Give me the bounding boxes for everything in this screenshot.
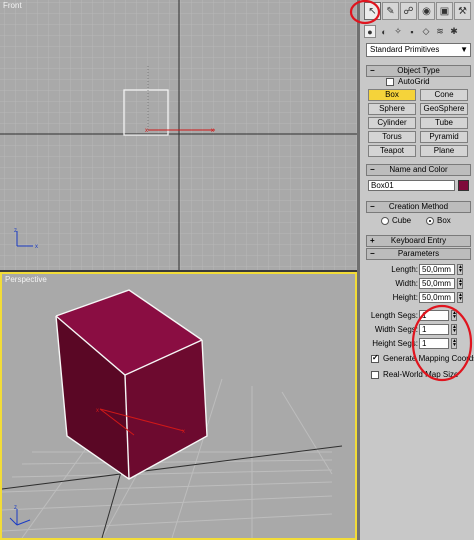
lights-icon[interactable]: ✧ <box>392 25 404 38</box>
chevron-down-icon: ▼ <box>460 45 468 54</box>
box-radio-label: Box <box>437 216 451 225</box>
object-name-field[interactable]: Box01 <box>368 180 455 191</box>
utilities-hammer-icon[interactable]: ⚒ <box>454 2 471 20</box>
collapse-minus-icon: − <box>370 165 375 174</box>
plane-button[interactable]: Plane <box>420 145 468 157</box>
parameters-rollout[interactable]: − Parameters <box>366 248 471 260</box>
perspective-viewport-label[interactable]: Perspective <box>5 275 47 284</box>
svg-text:z: z <box>14 228 17 234</box>
real-world-map-checkbox[interactable] <box>371 371 379 379</box>
keyboard-entry-title: Keyboard Entry <box>390 236 447 245</box>
name-and-color-rollout[interactable]: − Name and Color <box>366 164 471 176</box>
svg-text:x: x <box>96 408 99 414</box>
length-spinner[interactable]: ▲ ▼ <box>457 264 463 275</box>
parameters-title: Parameters <box>397 249 440 258</box>
sphere-button[interactable]: Sphere <box>368 103 416 115</box>
height-spinner[interactable]: ▲ ▼ <box>457 292 463 303</box>
box-button[interactable]: Box <box>368 89 416 101</box>
creation-method-title: Creation Method <box>388 202 449 211</box>
spacewarps-icon[interactable]: ≋ <box>434 25 446 38</box>
shapes-icon[interactable]: ◐ <box>378 25 390 38</box>
collapse-minus-icon: − <box>370 202 375 211</box>
real-world-map-label: Real-World Map Size <box>383 370 459 379</box>
autogrid-checkbox[interactable] <box>386 78 394 86</box>
hierarchy-icon[interactable]: ☍ <box>400 2 417 20</box>
svg-text:x: x <box>211 128 214 134</box>
svg-text:x: x <box>182 429 185 435</box>
perspective-axis-tripod: z <box>9 505 31 526</box>
object-type-rollout[interactable]: − Object Type <box>366 65 471 77</box>
pyramid-button[interactable]: Pyramid <box>420 131 468 143</box>
cone-button[interactable]: Cone <box>420 89 468 101</box>
svg-text:z: z <box>14 505 17 511</box>
width-segs-field[interactable]: 1 <box>419 324 449 335</box>
torus-button[interactable]: Torus <box>368 131 416 143</box>
generate-mapping-label: Generate Mapping Coords. <box>383 354 474 363</box>
box-object <box>55 289 208 480</box>
length-label: Length: <box>391 265 418 274</box>
category-dropdown-value: Standard Primitives <box>370 45 440 54</box>
generate-mapping-checkbox[interactable] <box>371 353 379 363</box>
width-label: Width: <box>395 279 418 288</box>
box-radio[interactable] <box>426 217 434 225</box>
height-field[interactable]: 50,0mm <box>419 292 455 303</box>
perspective-scene: x x z <box>2 289 343 538</box>
geometry-icon[interactable]: ● <box>364 25 376 38</box>
create-subtabs: ● ◐ ✧ ▪ ◇ ≋ ✱ <box>362 25 472 40</box>
front-grid: x x z x <box>0 0 357 270</box>
front-viewport-label[interactable]: Front <box>3 1 22 10</box>
command-panel: ↖ ✎ ☍ ◉ ▣ ⚒ ● ◐ ✧ ▪ ◇ ≋ ✱ Standard Primi… <box>360 0 474 540</box>
width-segs-label: Width Segs: <box>374 325 418 334</box>
autogrid-label: AutoGrid <box>398 77 430 86</box>
width-field[interactable]: 50,0mm <box>419 278 455 289</box>
display-icon[interactable]: ▣ <box>436 2 453 20</box>
width-spinner[interactable]: ▲ ▼ <box>457 278 463 289</box>
keyboard-entry-rollout[interactable]: + Keyboard Entry <box>366 235 471 247</box>
height-segs-field[interactable]: 1 <box>419 338 449 349</box>
length-field[interactable]: 50,0mm <box>419 264 455 275</box>
width-segs-spinner[interactable]: ▲ ▼ <box>451 324 457 335</box>
geosphere-button[interactable]: GeoSphere <box>420 103 468 115</box>
height-label: Height: <box>392 293 418 302</box>
collapse-minus-icon: − <box>370 249 375 258</box>
create-arrow-icon[interactable]: ↖ <box>364 2 381 20</box>
svg-text:x: x <box>35 244 38 250</box>
modify-icon[interactable]: ✎ <box>382 2 399 20</box>
helpers-icon[interactable]: ◇ <box>420 25 432 38</box>
cylinder-button[interactable]: Cylinder <box>368 117 416 129</box>
svg-text:x: x <box>145 128 148 134</box>
creation-method-rollout[interactable]: − Creation Method <box>366 201 471 213</box>
length-segs-spinner[interactable]: ▲ ▼ <box>451 310 457 321</box>
motion-icon[interactable]: ◉ <box>418 2 435 20</box>
front-viewport[interactable]: x x z x Front <box>0 0 357 270</box>
cube-radio-label: Cube <box>392 216 412 225</box>
object-color-swatch[interactable] <box>458 180 469 191</box>
cube-radio[interactable] <box>381 217 389 225</box>
length-segs-field[interactable]: 1 <box>419 310 449 321</box>
command-panel-tabs: ↖ ✎ ☍ ◉ ▣ ⚒ <box>360 0 474 22</box>
collapse-minus-icon: − <box>370 66 375 75</box>
cameras-icon[interactable]: ▪ <box>406 25 418 38</box>
max-workspace: x x z x Front x x z Perspective ↖ ✎ ☍ ◉ … <box>0 0 474 540</box>
object-type-title: Object Type <box>397 66 440 75</box>
perspective-viewport[interactable]: x x z Perspective <box>0 272 357 540</box>
teapot-button[interactable]: Teapot <box>368 145 416 157</box>
tube-button[interactable]: Tube <box>420 117 468 129</box>
height-segs-spinner[interactable]: ▲ ▼ <box>451 338 457 349</box>
name-and-color-title: Name and Color <box>389 165 448 174</box>
height-segs-label: Height Segs: <box>372 339 418 348</box>
systems-icon[interactable]: ✱ <box>448 25 460 38</box>
expand-plus-icon: + <box>370 236 375 245</box>
category-dropdown[interactable]: Standard Primitives ▼ <box>366 43 471 57</box>
length-segs-label: Length Segs: <box>370 311 418 320</box>
